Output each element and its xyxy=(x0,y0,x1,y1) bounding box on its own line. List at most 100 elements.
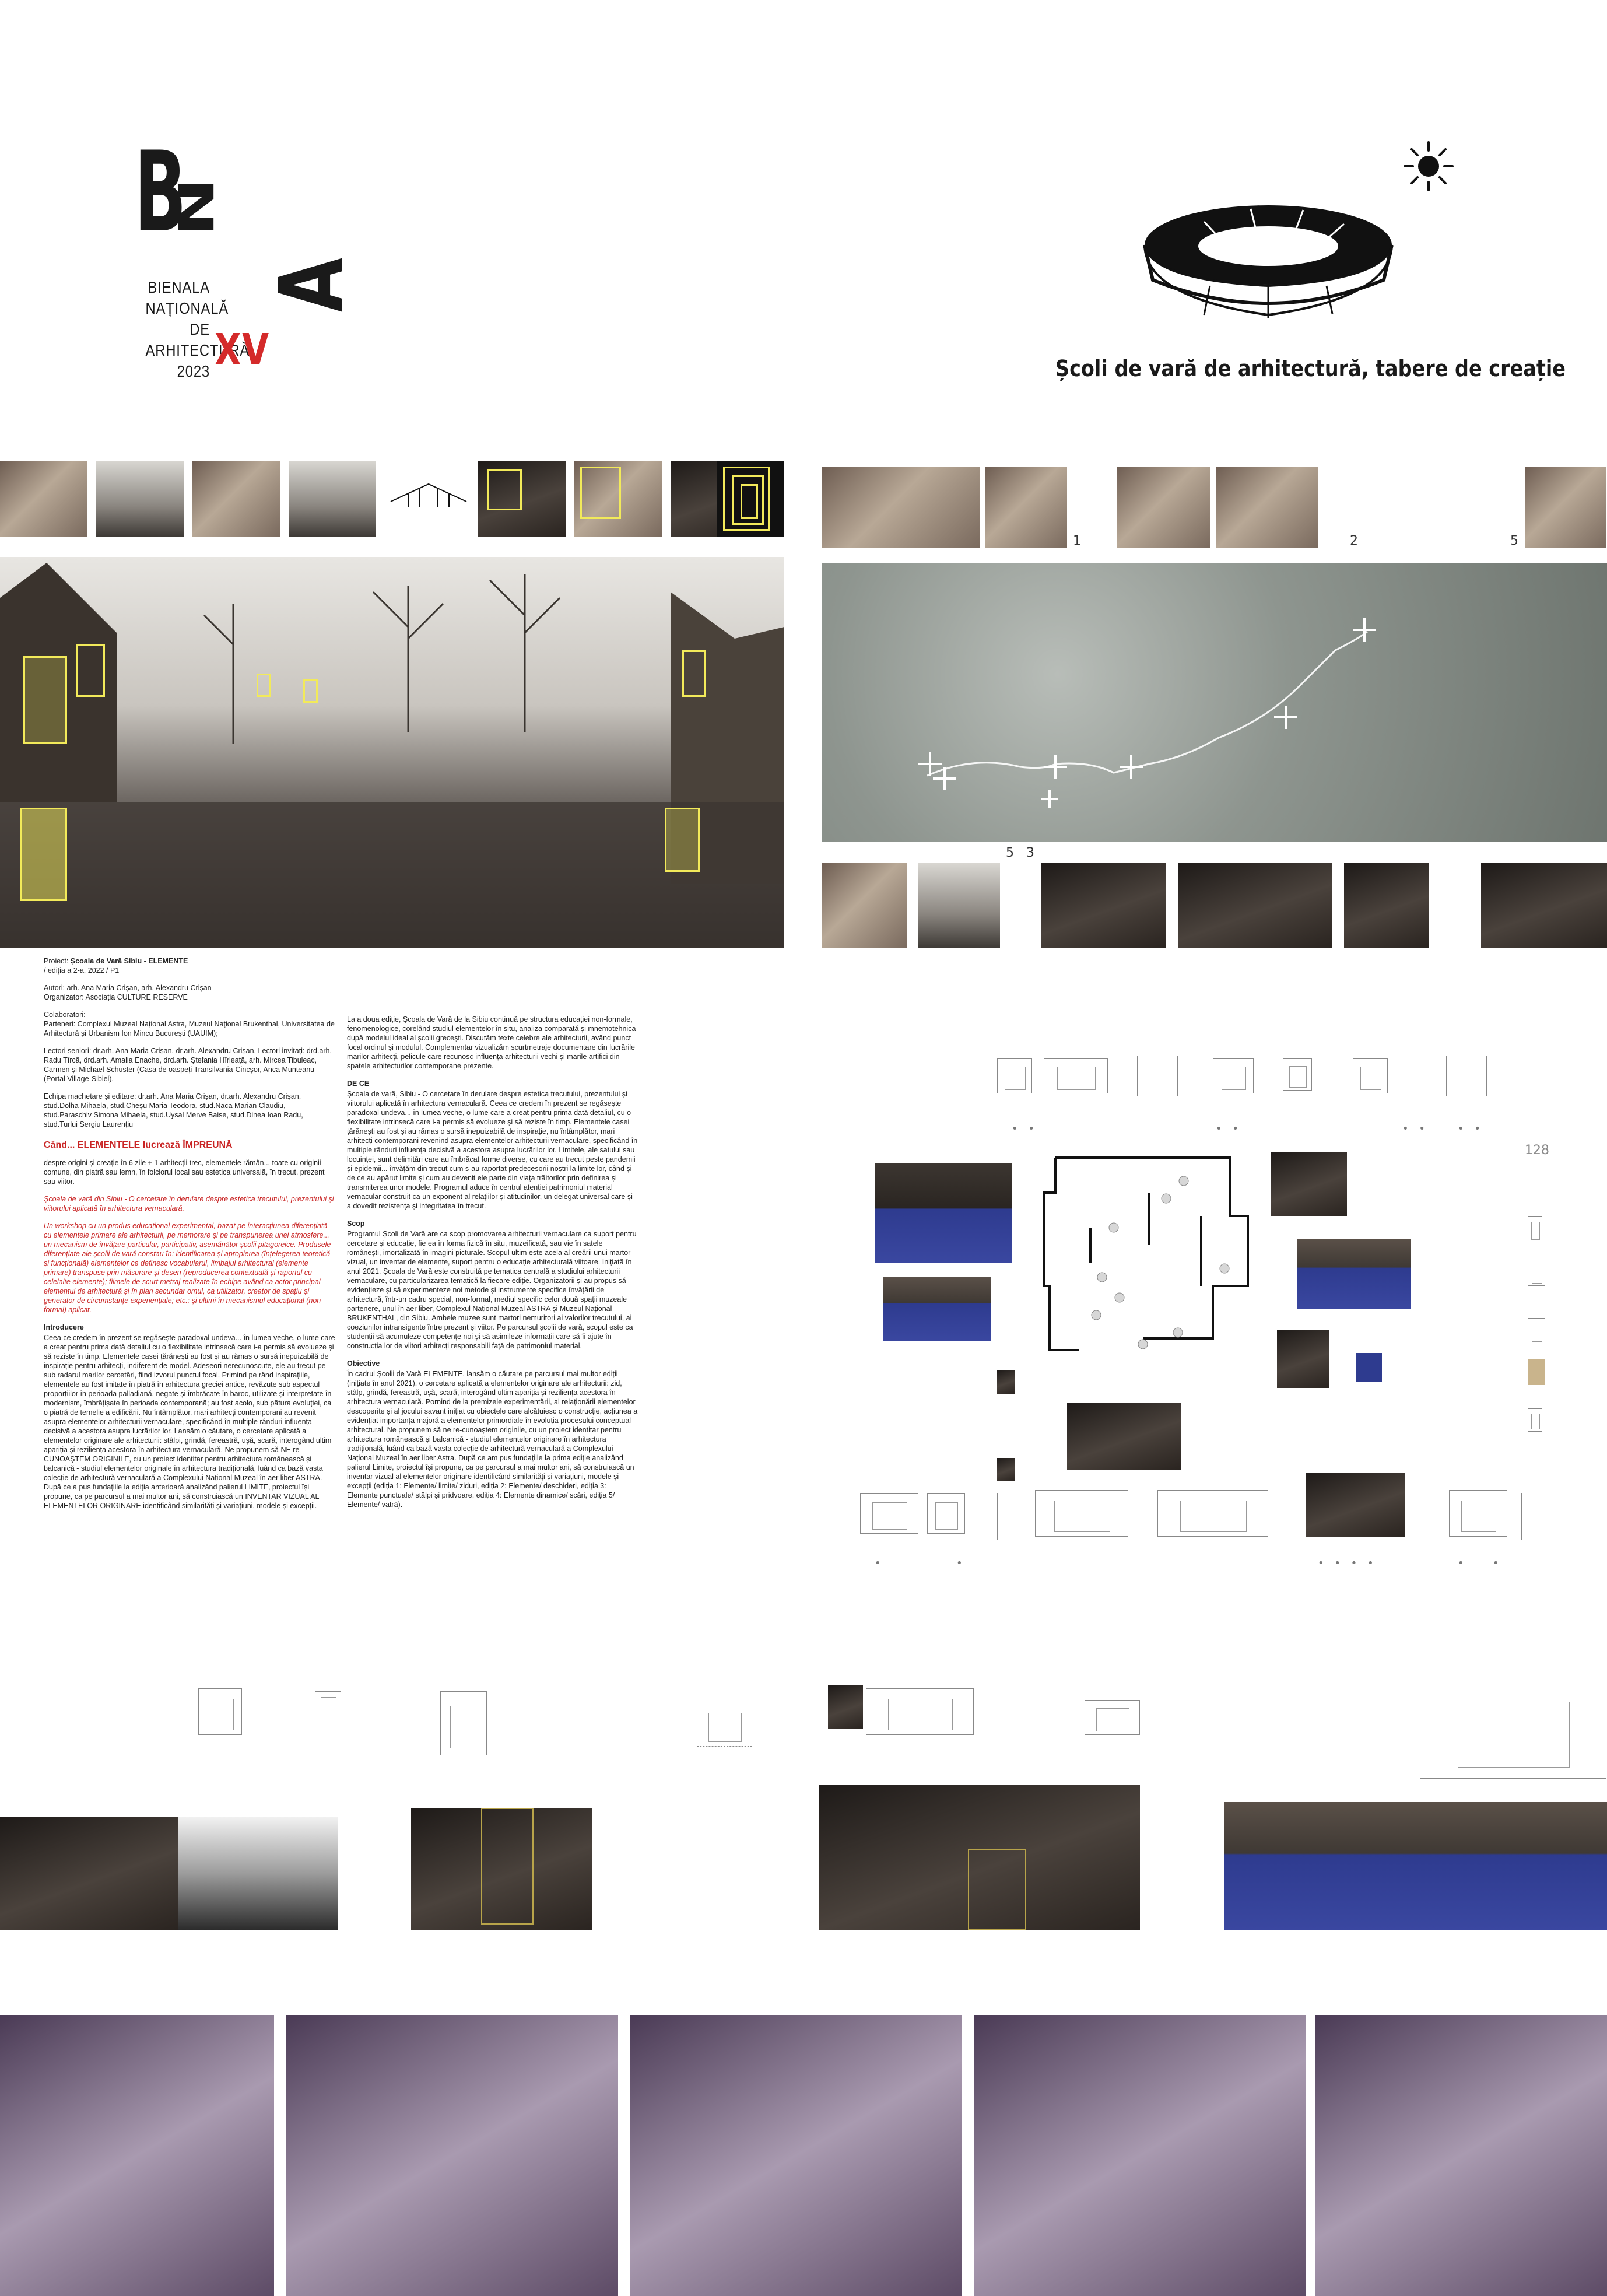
scop-text: Programul Școli de Vară are ca scop prom… xyxy=(347,1230,637,1350)
wooden-window-photo xyxy=(1344,863,1429,948)
project-authors: Autori: arh. Ana Maria Crișan, arh. Alex… xyxy=(44,984,212,992)
text-column-2: La a doua ediție, Școala de Vară de la S… xyxy=(347,1015,638,1517)
collab-title: Colaboratori: xyxy=(44,1011,86,1019)
section-title: Școli de vară de arhitectură, tabere de … xyxy=(1055,356,1566,381)
museum-house-photo xyxy=(883,1277,991,1341)
dece-text: Școala de vară, Sibiu - O cercetare în d… xyxy=(347,1090,638,1210)
thumbnail-yellow-frames xyxy=(717,461,784,537)
detail-swatch xyxy=(1528,1359,1545,1385)
elevation-drawing xyxy=(1213,1058,1254,1093)
floor-plan xyxy=(1043,1156,1249,1351)
elevation-drawing xyxy=(927,1493,965,1534)
ring-pavilion-icon xyxy=(1143,205,1394,318)
small-photo xyxy=(997,1458,1015,1481)
map-marker-number: 5 xyxy=(1510,534,1518,548)
window-drawing xyxy=(1085,1700,1140,1735)
wooden-wall-photo xyxy=(1481,863,1607,948)
window-drawing xyxy=(315,1691,341,1717)
barn-facade-photo xyxy=(819,1785,1140,1930)
workshop-photo xyxy=(974,2015,1306,2296)
detail-drawing xyxy=(1528,1260,1545,1286)
bna-logo: B N A BIENALA NAȚIONALĂ DE ARHITECTURĂ 2… xyxy=(134,137,363,405)
barn-photo xyxy=(0,1817,178,1930)
project-organizer: Organizator: Asociația CULTURE RESERVE xyxy=(44,993,188,1001)
barn-photo xyxy=(411,1808,592,1930)
lecturers: Lectori seniori: dr.arh. Ana Maria Crișa… xyxy=(44,1047,332,1083)
elevation-drawing xyxy=(1044,1058,1108,1093)
site-photo xyxy=(822,467,980,548)
elevation-drawing xyxy=(1137,1056,1178,1096)
drawing-number: 128 xyxy=(1525,1143,1549,1158)
scale-dots: • • xyxy=(1216,1123,1242,1135)
project-edition: / ediția a 2-a, 2022 / P1 xyxy=(44,966,120,975)
painting-detail xyxy=(918,863,1000,948)
window-photo xyxy=(828,1685,863,1729)
wooden-wall-photo xyxy=(1041,863,1166,948)
elevation-drawing xyxy=(860,1493,918,1534)
poem: despre origini și creație în 6 zile + 1 … xyxy=(44,1159,325,1186)
detail-drawing xyxy=(1528,1408,1542,1432)
logo-line: 2023 xyxy=(177,362,210,380)
logo-edition: XV xyxy=(215,325,270,375)
wooden-wall-photo xyxy=(1178,863,1332,948)
museum-house-photo xyxy=(1277,1330,1329,1388)
partners: Parteneri: Complexul Muzeal Național Ast… xyxy=(44,1020,335,1037)
detail-drawing xyxy=(1528,1216,1542,1242)
intro-title: Introducere xyxy=(44,1323,84,1331)
elevation-drawing xyxy=(1157,1490,1268,1537)
elevation-drawing xyxy=(1283,1058,1312,1091)
map-marker-number: 2 xyxy=(1350,534,1358,548)
logo-line: ARHITECTURĂ xyxy=(145,341,250,359)
sun-icon xyxy=(1404,141,1454,191)
route-map xyxy=(822,563,1607,842)
strip-marker-number: 3 xyxy=(1026,846,1034,860)
scale-dots: • • xyxy=(1402,1123,1429,1135)
museum-house-photo xyxy=(1271,1152,1347,1216)
editing-team: Echipa machetare și editare: dr.arh. Ana… xyxy=(44,1092,303,1128)
obiective-title: Obiective xyxy=(347,1359,380,1368)
house-section-drawing xyxy=(1420,1680,1606,1779)
thumbnail-painting xyxy=(478,461,566,537)
intro-text: Ceea ce credem în prezent se regăsește p… xyxy=(44,1334,335,1510)
museum-house-photo xyxy=(1297,1239,1411,1309)
detail-drawing xyxy=(1528,1318,1545,1344)
headline: Când... ELEMENTELE lucrează ÎMPREUNĂ xyxy=(44,1140,233,1150)
logo-line: BIENALA xyxy=(148,278,210,296)
strip-marker-number: 5 xyxy=(1006,846,1014,860)
scale-dots: • • xyxy=(1012,1123,1038,1135)
elevation-drawing xyxy=(1449,1490,1507,1537)
window-drawing xyxy=(697,1703,752,1747)
thumbnail-painting xyxy=(289,461,376,537)
door-drawing xyxy=(440,1691,487,1755)
logo-letter-a: A xyxy=(261,258,363,312)
dece-title: DE CE xyxy=(347,1079,370,1088)
text-column-1: Proiect: Școala de Vară Sibiu - ELEMENTE… xyxy=(44,956,335,1519)
obiective-text: În cadrul Școlii de Vară ELEMENTE, lansă… xyxy=(347,1370,638,1509)
logo-letter-n: N xyxy=(166,178,223,237)
wall-drawing xyxy=(866,1688,974,1735)
museum-house-photo xyxy=(1067,1403,1181,1470)
logo-line: DE xyxy=(190,320,210,338)
logo-text: BIENALA NAȚIONALĂ DE ARHITECTURĂ 2023 xyxy=(145,277,250,382)
red-workshop: Un workshop cu un produs educațional exp… xyxy=(44,1222,331,1314)
red-intro: Școala de vară din Sibiu - O cercetare î… xyxy=(44,1195,334,1212)
blue-door-photo xyxy=(1356,1353,1382,1382)
site-photo xyxy=(1117,467,1210,548)
map-marker-number: 1 xyxy=(1073,534,1081,548)
scale-dots: • • • • xyxy=(1318,1557,1377,1569)
thumbnail-painting xyxy=(0,461,87,537)
site-photo xyxy=(985,467,1067,548)
workshop-photo xyxy=(286,2015,618,2296)
elevation-drawing xyxy=(1353,1058,1388,1093)
scale-dots: • • xyxy=(1458,1123,1484,1135)
second-edition-text: La a doua ediție, Școala de Vară de la S… xyxy=(347,1015,636,1070)
small-photo xyxy=(997,1370,1015,1394)
section-line xyxy=(997,1493,998,1540)
thumbnail-painting xyxy=(96,461,184,537)
site-photo xyxy=(1216,467,1318,548)
logo-line: NAȚIONALĂ xyxy=(145,299,229,317)
museum-house-photo xyxy=(875,1163,1012,1263)
site-photo xyxy=(1525,467,1606,548)
workshop-photo xyxy=(630,2015,962,2296)
scale-dots: • xyxy=(875,1557,885,1569)
